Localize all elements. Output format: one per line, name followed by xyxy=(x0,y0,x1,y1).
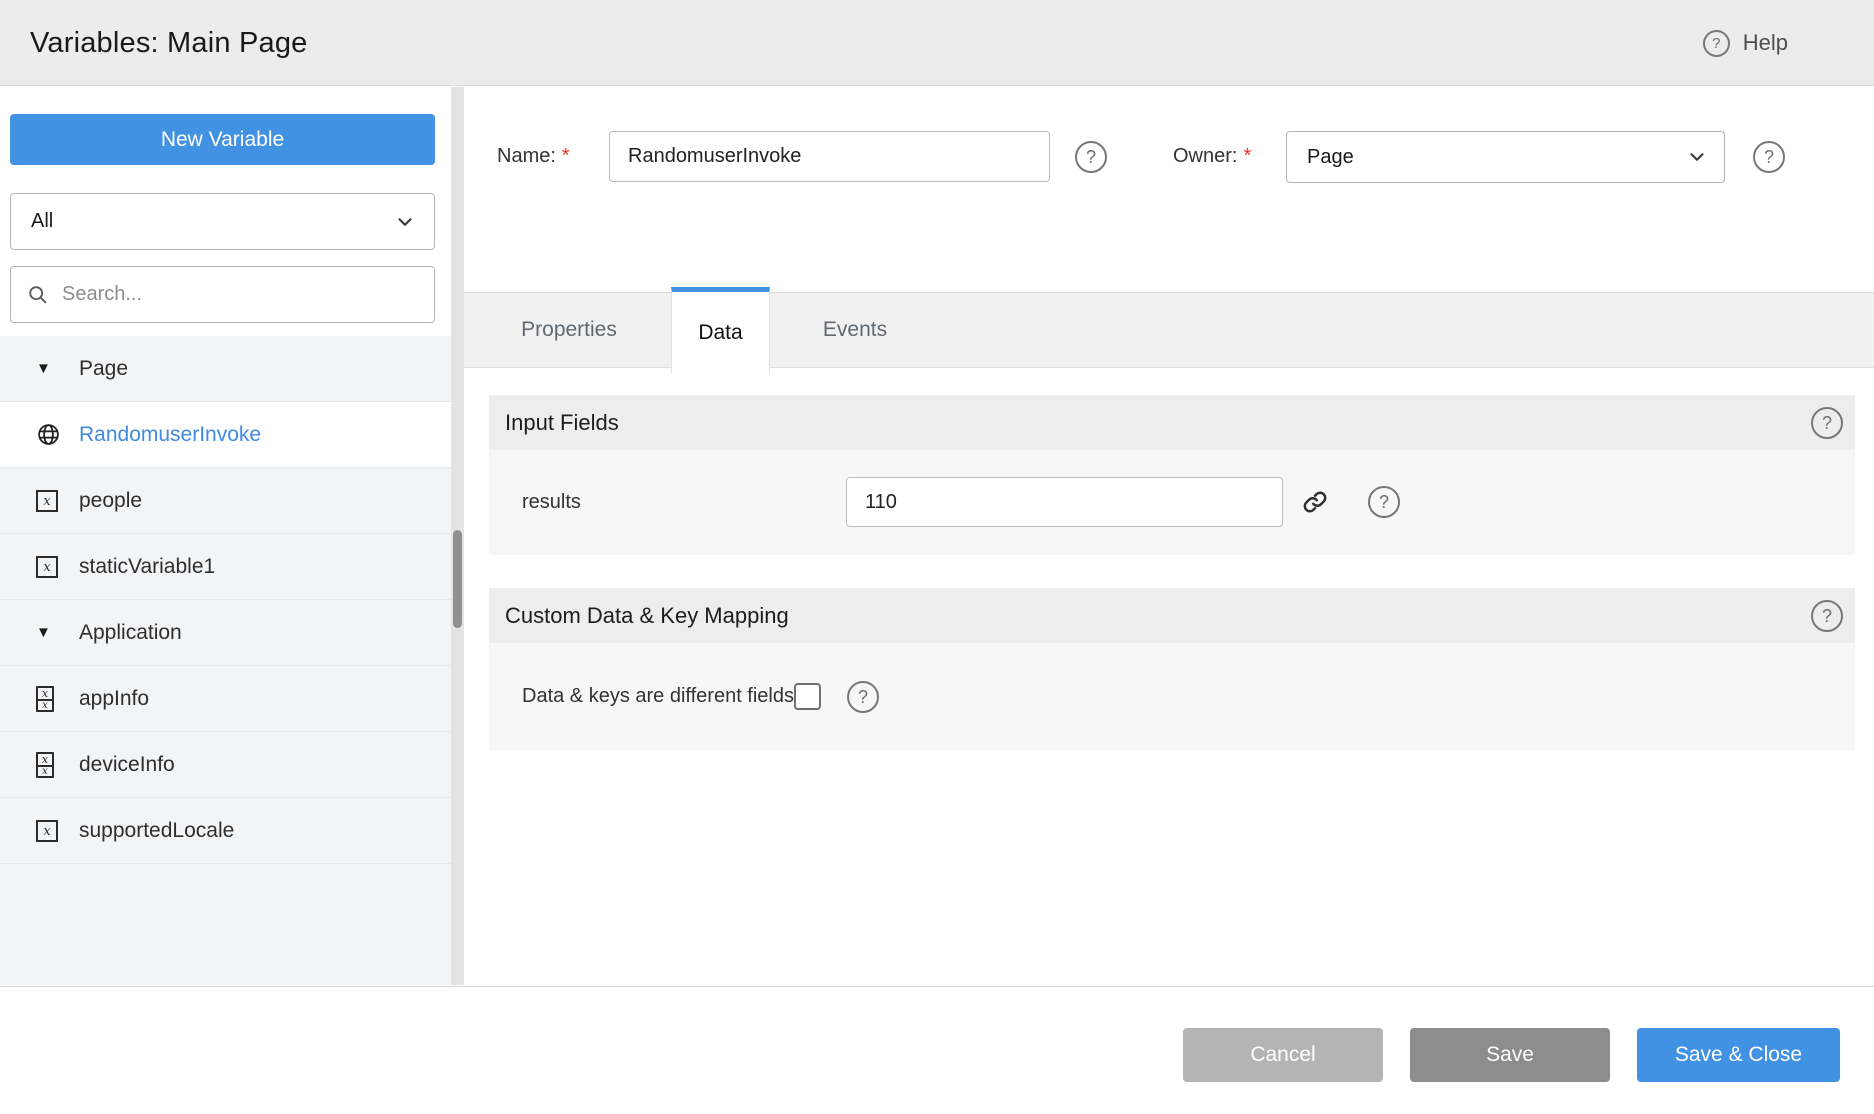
variable-row[interactable]: x staticVariable1 xyxy=(0,534,451,600)
custom-mapping-help-icon[interactable]: ? xyxy=(1811,599,1843,632)
variable-group-row[interactable]: ▼ Page xyxy=(0,336,451,402)
save-button[interactable]: Save xyxy=(1410,1028,1610,1082)
required-marker: * xyxy=(1243,145,1252,167)
variable-label: Application xyxy=(79,620,182,644)
variable-icon: x xyxy=(36,555,66,578)
owner-dropdown[interactable]: Page xyxy=(1286,131,1725,183)
input-fields-body: results? xyxy=(489,450,1855,555)
tab-events[interactable]: Events xyxy=(770,293,940,367)
builtin-variable-icon: xx xyxy=(36,751,66,778)
help-label: Help xyxy=(1742,30,1788,55)
variable-label: Page xyxy=(79,356,129,380)
filter-dropdown-value: All xyxy=(31,210,54,232)
tab-strip: Properties Data Events xyxy=(464,287,1874,373)
variable-label: staticVariable1 xyxy=(79,554,216,578)
name-label: Name: * xyxy=(497,131,570,182)
new-variable-button[interactable]: New Variable xyxy=(10,114,435,165)
sidebar-scrollbar-thumb[interactable] xyxy=(453,530,462,628)
field-value-input[interactable] xyxy=(846,477,1283,527)
filter-dropdown[interactable]: All xyxy=(10,193,435,250)
search-input[interactable] xyxy=(62,283,418,306)
input-fields-section: Input Fields ? results? xyxy=(489,395,1855,555)
input-fields-header: Input Fields ? xyxy=(489,395,1855,450)
chevron-down-icon xyxy=(394,211,416,233)
chevron-down-icon xyxy=(1686,146,1708,168)
variable-icon: x xyxy=(36,819,66,842)
help-button[interactable]: ? Help xyxy=(1702,0,1788,86)
save-and-close-button[interactable]: Save & Close xyxy=(1637,1028,1840,1082)
field-label: results xyxy=(522,491,581,513)
owner-dropdown-value: Page xyxy=(1307,145,1354,168)
search-icon xyxy=(27,284,49,306)
custom-mapping-body: Data & keys are different fields ? xyxy=(489,643,1855,750)
variable-row[interactable]: x supportedLocale xyxy=(0,798,451,864)
input-fields-title: Input Fields xyxy=(505,409,619,435)
dialog-header: Variables: Main Page ? Help xyxy=(0,0,1874,86)
name-input[interactable] xyxy=(609,131,1050,182)
required-marker: * xyxy=(561,145,570,167)
input-fields-help-icon[interactable]: ? xyxy=(1811,406,1843,439)
variable-list: ▼ Page RandomuserInvoke x people x staticVaria… xyxy=(0,336,451,985)
variable-icon: x xyxy=(36,489,66,512)
field-help-icon[interactable]: ? xyxy=(1368,486,1400,518)
different-fields-label: Data & keys are different fields xyxy=(522,685,794,707)
variable-label: RandomuserInvoke xyxy=(79,422,262,446)
collapse-triangle-icon: ▼ xyxy=(36,624,51,641)
dialog-footer: Cancel Save Save & Close xyxy=(0,986,1874,1114)
bind-variable-link-icon[interactable] xyxy=(1301,488,1329,516)
variable-group-row[interactable]: ▼ Application xyxy=(0,600,451,666)
cancel-button[interactable]: Cancel xyxy=(1183,1028,1383,1082)
custom-mapping-title: Custom Data & Key Mapping xyxy=(505,602,789,628)
owner-label-text: Owner: xyxy=(1173,145,1238,167)
web-service-icon xyxy=(36,422,66,447)
sidebar-scrollbar-track[interactable] xyxy=(451,87,464,985)
variable-row[interactable]: x people xyxy=(0,468,451,534)
page-title: Variables: Main Page xyxy=(30,26,308,59)
name-label-text: Name: xyxy=(497,145,556,167)
search-field xyxy=(10,266,435,323)
custom-mapping-section: Custom Data & Key Mapping ? Data & keys … xyxy=(489,588,1855,750)
variable-row[interactable]: x x appInfo xyxy=(0,666,451,732)
tab-data[interactable]: Data xyxy=(671,287,770,373)
variable-label: supportedLocale xyxy=(79,818,235,842)
different-fields-help-icon[interactable]: ? xyxy=(847,680,879,713)
variable-detail-pane: Name:* ? Owner:* Page ? Type: Web Servic… xyxy=(464,87,1874,985)
different-fields-checkbox[interactable] xyxy=(794,683,821,710)
variable-label: deviceInfo xyxy=(79,752,175,776)
variable-label: appInfo xyxy=(79,686,150,710)
input-field-row: results? xyxy=(489,450,1855,555)
variable-row[interactable]: RandomuserInvoke xyxy=(0,402,451,468)
tab-properties[interactable]: Properties xyxy=(467,293,671,367)
builtin-variable-icon: xx xyxy=(36,685,66,712)
help-icon: ? xyxy=(1702,29,1730,57)
name-help-icon[interactable]: ? xyxy=(1075,141,1107,173)
custom-mapping-header: Custom Data & Key Mapping ? xyxy=(489,588,1855,643)
owner-label: Owner: * xyxy=(1173,131,1251,182)
variables-sidebar: New Variable All ▼PageRandomuserInvokexp… xyxy=(0,87,451,985)
variable-row[interactable]: x x deviceInfo xyxy=(0,732,451,798)
collapse-triangle-icon: ▼ xyxy=(36,360,51,377)
owner-help-icon[interactable]: ? xyxy=(1753,141,1785,173)
variable-label: people xyxy=(79,488,143,512)
